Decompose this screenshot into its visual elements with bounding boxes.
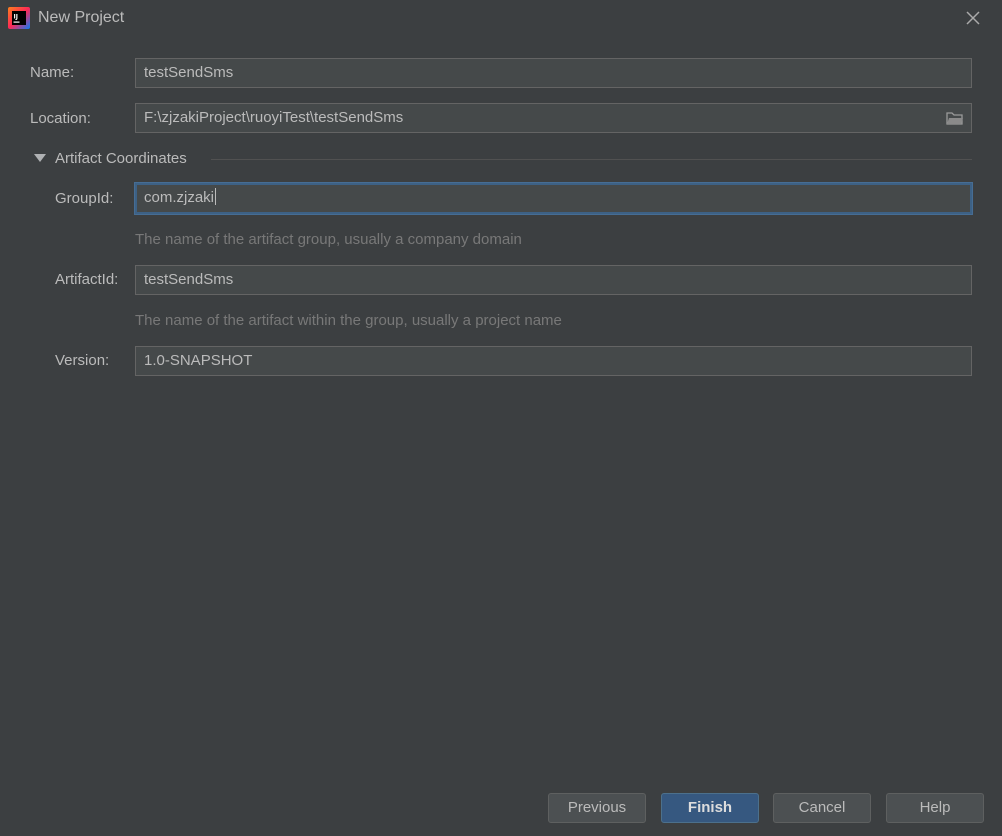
version-label: Version:	[55, 352, 110, 369]
text-caret	[215, 188, 217, 205]
groupid-field[interactable]: com.zjzaki	[135, 183, 972, 214]
close-icon[interactable]	[962, 7, 984, 29]
chevron-down-icon[interactable]	[34, 153, 46, 163]
location-field[interactable]: F:\zjzakiProject\ruoyiTest\testSendSms	[135, 103, 972, 133]
previous-button[interactable]: Previous	[548, 793, 646, 823]
groupid-value: com.zjzaki	[144, 189, 215, 206]
artifact-coordinates-title[interactable]: Artifact Coordinates	[55, 150, 187, 167]
artifactid-field[interactable]: testSendSms	[135, 265, 972, 295]
title-bar: IJ New Project	[0, 0, 1002, 36]
section-divider	[211, 159, 972, 160]
new-project-dialog: IJ New Project Name: testSendSms Locatio…	[0, 0, 1002, 836]
artifactid-hint: The name of the artifact within the grou…	[135, 312, 562, 329]
finish-button[interactable]: Finish	[661, 793, 759, 823]
groupid-hint: The name of the artifact group, usually …	[135, 231, 522, 248]
name-field[interactable]: testSendSms	[135, 58, 972, 88]
window-title: New Project	[38, 9, 125, 26]
name-label: Name:	[30, 64, 75, 81]
folder-icon[interactable]	[946, 110, 964, 126]
artifactid-label: ArtifactId:	[55, 271, 119, 288]
intellij-idea-icon: IJ	[8, 7, 30, 29]
version-field[interactable]: 1.0-SNAPSHOT	[135, 346, 972, 376]
location-label: Location:	[30, 110, 91, 127]
svg-text:IJ: IJ	[14, 14, 18, 21]
cancel-button[interactable]: Cancel	[773, 793, 871, 823]
groupid-label: GroupId:	[55, 190, 114, 207]
help-button[interactable]: Help	[886, 793, 984, 823]
